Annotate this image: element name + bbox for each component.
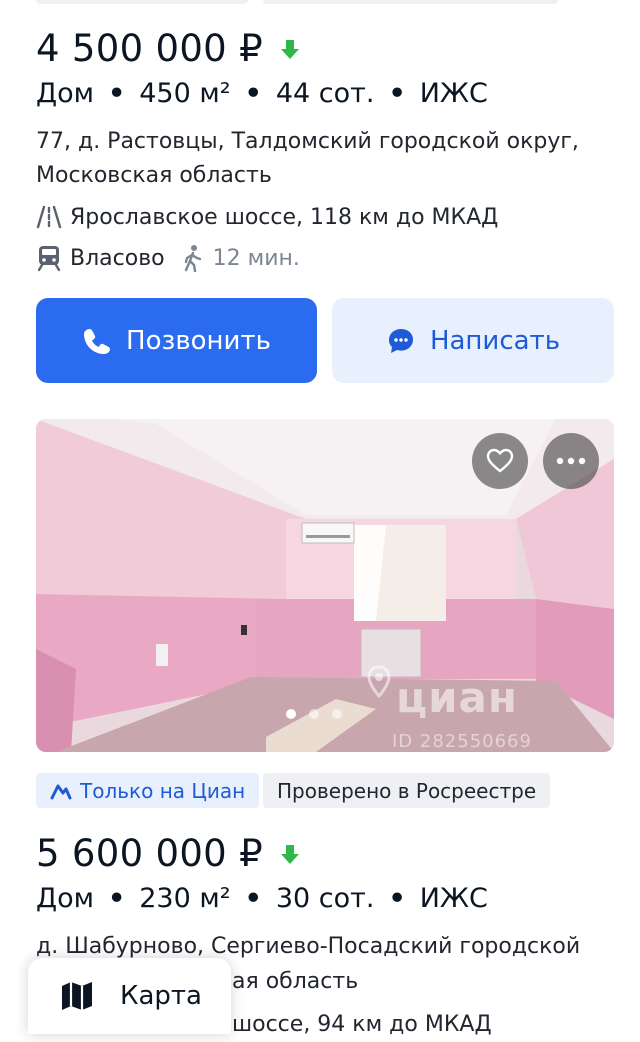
heart-icon	[486, 448, 514, 473]
train-icon	[37, 246, 61, 272]
listing-price: 4 500 000 ₽	[36, 27, 301, 70]
map-icon	[62, 982, 92, 1010]
station-name: Власово	[70, 245, 165, 271]
listing-specs: Дом • 230 м² • 30 сот. • ИЖС	[36, 883, 488, 914]
listing-specs: Дом • 450 м² • 44 сот. • ИЖС	[36, 78, 488, 109]
message-button[interactable]: Написать	[332, 298, 614, 383]
more-icon	[556, 457, 586, 465]
photo-watermark-id: ID 282550669	[392, 731, 532, 752]
photo-dot	[332, 709, 342, 719]
walk-icon	[184, 245, 201, 272]
chat-icon	[388, 328, 413, 353]
tag-only-cian: Только на Циан	[36, 773, 260, 808]
price-down-arrow-icon	[280, 844, 299, 864]
phone-icon	[84, 328, 111, 354]
listing-price: 5 600 000 ₽	[36, 832, 301, 875]
listing-address[interactable]: 77, д. Растовцы, Талдомский городской ок…	[36, 125, 616, 193]
photo-pagination	[286, 709, 342, 719]
photo-dot	[309, 709, 319, 719]
more-options-button[interactable]	[543, 433, 599, 489]
cian-logo-icon	[367, 665, 391, 699]
price-down-arrow-icon	[280, 39, 299, 59]
favorite-button[interactable]	[472, 433, 528, 489]
tag-cut-off	[36, 0, 248, 4]
room-photo	[36, 419, 614, 752]
metro-row: Власово 12 мин.	[36, 244, 300, 272]
listing-address-line2: ая область	[232, 969, 359, 994]
tag-verified: Проверено в Росреестре	[263, 773, 551, 808]
call-button[interactable]: Позвонить	[36, 298, 317, 383]
cian-mark-icon	[50, 784, 72, 799]
walk-time: 12 мин.	[212, 245, 300, 271]
photo-watermark: циан	[396, 673, 518, 722]
listing-photo[interactable]: циан ID 282550669	[36, 419, 614, 752]
photo-dot	[286, 709, 296, 719]
highway-row: Ярославское шоссе, 118 км до МКАД	[36, 204, 498, 230]
map-button[interactable]: Карта	[28, 958, 231, 1034]
highway-row-partial: шоссе, 94 км до МКАД	[232, 1012, 492, 1037]
highway-icon	[36, 205, 62, 229]
tag-cut-off	[263, 0, 558, 4]
